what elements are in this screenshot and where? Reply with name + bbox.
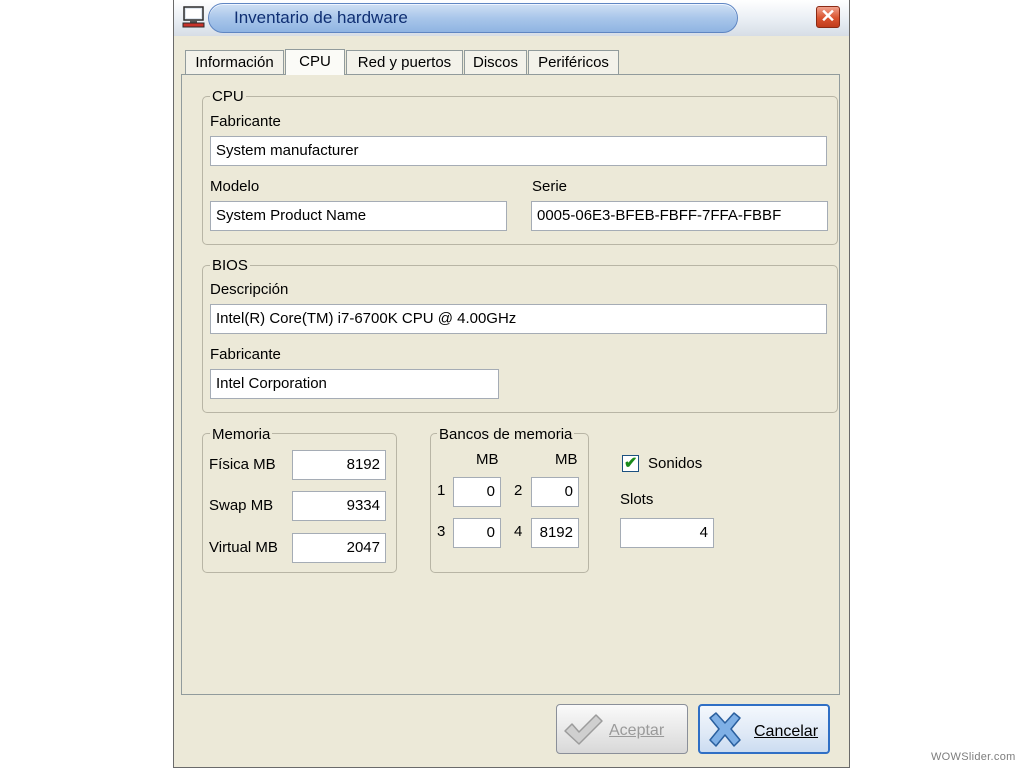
bios-group-legend: BIOS: [210, 257, 250, 274]
tab-perifericos[interactable]: Periféricos: [528, 50, 619, 74]
memory-banks-legend: Bancos de memoria: [437, 426, 575, 443]
bios-description-label: Descripción: [210, 281, 289, 298]
banks-col1-header: MB: [476, 451, 499, 468]
banks-col2-header: MB: [555, 451, 578, 468]
tab-cpu[interactable]: CPU: [285, 49, 345, 75]
cpu-model-field[interactable]: System Product Name: [210, 201, 507, 231]
bios-manufacturer-field[interactable]: Intel Corporation: [210, 369, 499, 399]
title-bar[interactable]: Inventario de hardware ✕: [174, 0, 849, 36]
tab-discos[interactable]: Discos: [464, 50, 527, 74]
tab-informacion[interactable]: Información: [185, 50, 284, 74]
bank-4-label: 4: [514, 523, 523, 540]
virtual-mb-field[interactable]: 2047: [292, 533, 386, 563]
sounds-label[interactable]: Sonidos: [648, 455, 702, 472]
bank-3-label: 3: [437, 523, 446, 540]
close-icon: ✕: [820, 6, 836, 26]
computer-icon: [182, 6, 206, 28]
swap-mb-field[interactable]: 9334: [292, 491, 386, 521]
cpu-serial-field[interactable]: 0005-06E3-BFEB-FBFF-7FFA-FBBF: [531, 201, 828, 231]
bank-4-field[interactable]: 8192: [531, 518, 579, 548]
bank-2-label: 2: [514, 482, 523, 499]
dialog-window: Inventario de hardware ✕ Información CPU…: [173, 0, 850, 768]
cpu-manufacturer-field[interactable]: System manufacturer: [210, 136, 827, 166]
accept-button[interactable]: Aceptar: [556, 704, 688, 754]
tab-red-y-puertos[interactable]: Red y puertos: [346, 50, 463, 74]
physical-mb-field[interactable]: 8192: [292, 450, 386, 480]
physical-mb-label: Física MB: [209, 456, 276, 473]
accept-button-label: Aceptar: [609, 722, 665, 739]
memory-group-legend: Memoria: [210, 426, 273, 443]
bank-1-field[interactable]: 0: [453, 477, 501, 507]
cpu-manufacturer-label: Fabricante: [210, 113, 281, 130]
sounds-checkbox[interactable]: ✔: [622, 455, 639, 472]
cancel-x-icon: [704, 710, 746, 754]
window-title: Inventario de hardware: [234, 8, 408, 27]
slots-label: Slots: [620, 491, 654, 508]
bios-description-field[interactable]: Intel(R) Core(TM) i7-6700K CPU @ 4.00GHz: [210, 304, 827, 334]
bios-manufacturer-label: Fabricante: [210, 346, 281, 363]
cancel-button-label: Cancelar: [754, 723, 819, 740]
swap-mb-label: Swap MB: [209, 497, 274, 514]
bank-3-field[interactable]: 0: [453, 518, 501, 548]
cpu-group-legend: CPU: [210, 88, 246, 105]
bank-1-label: 1: [437, 482, 446, 499]
check-icon: ✔: [624, 455, 638, 472]
close-button[interactable]: ✕: [816, 6, 840, 28]
cpu-serial-label: Serie: [532, 178, 568, 195]
slots-field[interactable]: 4: [620, 518, 714, 548]
cancel-button[interactable]: Cancelar: [698, 704, 830, 754]
bank-2-field[interactable]: 0: [531, 477, 579, 507]
cpu-model-label: Modelo: [210, 178, 260, 195]
checkmark-icon: [562, 711, 604, 753]
virtual-mb-label: Virtual MB: [209, 539, 278, 556]
watermark-text: WOWSlider.com: [931, 751, 1016, 763]
